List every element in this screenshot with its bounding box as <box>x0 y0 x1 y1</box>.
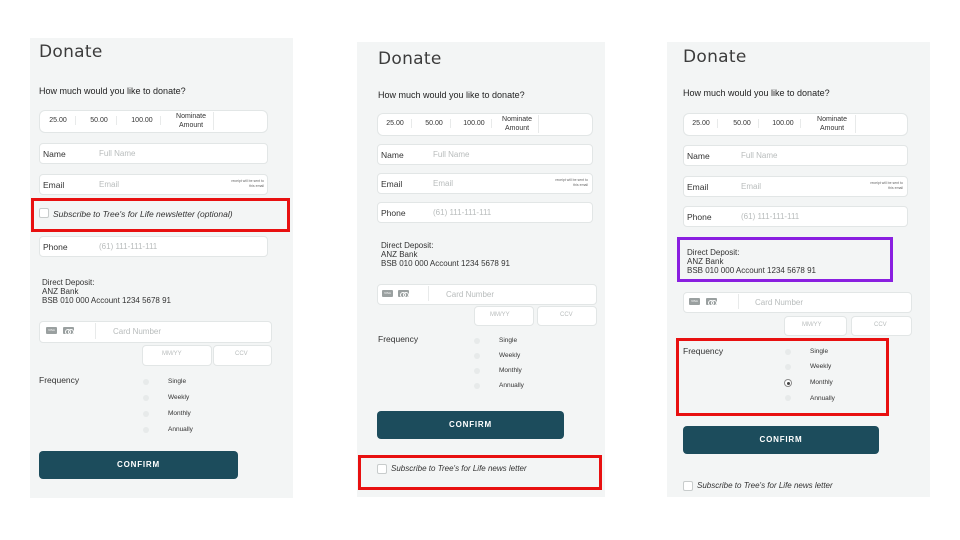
nominate-amount-option[interactable]: Nominate Amount <box>169 112 214 130</box>
mastercard-icon <box>706 298 717 306</box>
amount-option-100[interactable]: 100.00 <box>766 119 801 128</box>
visa-icon: VISA <box>46 327 57 334</box>
name-field[interactable] <box>683 145 908 166</box>
frequency-option-label: Single <box>168 378 187 385</box>
mastercard-icon <box>398 290 409 298</box>
page-title: Donate <box>39 42 103 62</box>
expiry-placeholder: MM/YY <box>490 312 510 318</box>
frequency-option-label: Monthly <box>168 410 191 417</box>
frequency-option-label: Weekly <box>499 352 521 359</box>
amount-option-25[interactable]: 25.00 <box>685 119 718 128</box>
card-divider <box>738 294 739 309</box>
deposit-line: ANZ Bank <box>42 287 79 296</box>
frequency-label: Frequency <box>39 375 80 385</box>
nominate-amount-option[interactable]: Nominate Amount <box>496 115 539 133</box>
frequency-radio-annually[interactable] <box>143 427 149 433</box>
ccv-placeholder: CCV <box>235 351 248 357</box>
email-label: Email <box>43 180 65 190</box>
amount-option-25[interactable]: 25.00 <box>379 119 412 128</box>
receipt-note: receipt will be sent to this email <box>231 179 264 188</box>
expiry-placeholder: MM/YY <box>802 322 822 328</box>
name-placeholder: Full Name <box>741 151 778 160</box>
email-placeholder: Email <box>741 182 762 191</box>
deposit-line: ANZ Bank <box>381 250 418 259</box>
highlight-direct-deposit <box>677 237 893 282</box>
receipt-note: receipt will be sent to this email <box>870 181 903 190</box>
phone-label: Phone <box>43 242 68 252</box>
amount-question: How much would you like to donate? <box>683 88 830 98</box>
visa-icon: VISA <box>382 290 393 297</box>
amount-question: How much would you like to donate? <box>39 86 186 96</box>
email-label: Email <box>381 179 403 189</box>
amount-option-50[interactable]: 50.00 <box>726 119 759 128</box>
direct-deposit-info: Direct Deposit: ANZ Bank BSB 010 000 Acc… <box>381 241 510 268</box>
frequency-option-label: Single <box>499 337 518 344</box>
frequency-option-label: Annually <box>168 426 193 433</box>
frequency-option-label: Weekly <box>168 394 190 401</box>
confirm-button[interactable]: CONFIRM <box>377 411 564 439</box>
phone-label: Phone <box>381 208 406 218</box>
confirm-button[interactable]: CONFIRM <box>683 426 879 454</box>
frequency-radio-single[interactable] <box>143 379 149 385</box>
frequency-option-label: Annually <box>499 382 524 389</box>
page-title: Donate <box>378 49 442 69</box>
frequency-option-label: Monthly <box>499 367 522 374</box>
phone-label: Phone <box>687 212 712 222</box>
frequency-radio-weekly[interactable] <box>474 353 480 359</box>
frequency-radio-annually[interactable] <box>474 383 480 389</box>
name-label: Name <box>43 149 66 159</box>
phone-placeholder: (61) 111-111-111 <box>433 208 492 217</box>
highlight-subscribe <box>358 455 602 490</box>
page-title: Donate <box>683 47 747 67</box>
highlight-frequency <box>676 338 889 416</box>
frequency-radio-single[interactable] <box>474 338 480 344</box>
phone-placeholder: (61) 111-111-111 <box>99 242 158 251</box>
expiry-placeholder: MM/YY <box>162 351 182 357</box>
deposit-line: BSB 010 000 Account 1234 5678 91 <box>42 296 171 305</box>
donate-screen-1 <box>30 38 293 498</box>
amount-option-25[interactable]: 25.00 <box>41 116 76 125</box>
nominate-amount-option[interactable]: Nominate Amount <box>809 115 856 133</box>
subscribe-checkbox[interactable] <box>683 481 693 491</box>
card-divider <box>95 323 96 339</box>
amount-question: How much would you like to donate? <box>378 90 525 100</box>
amount-option-100[interactable]: 100.00 <box>457 119 492 128</box>
visa-icon: VISA <box>689 298 700 305</box>
highlight-subscribe <box>31 198 290 232</box>
frequency-radio-weekly[interactable] <box>143 395 149 401</box>
receipt-note: receipt will be sent to this email <box>555 178 588 187</box>
ccv-placeholder: CCV <box>874 322 887 328</box>
frequency-radio-monthly[interactable] <box>143 411 149 417</box>
name-field[interactable] <box>39 143 268 164</box>
card-divider <box>428 286 429 301</box>
card-number-placeholder: Card Number <box>113 327 162 336</box>
name-label: Name <box>381 150 404 160</box>
name-placeholder: Full Name <box>433 150 470 159</box>
amount-option-50[interactable]: 50.00 <box>82 116 117 125</box>
phone-placeholder: (61) 111-111-111 <box>741 212 800 221</box>
name-label: Name <box>687 151 710 161</box>
name-field[interactable] <box>377 144 593 165</box>
frequency-label: Frequency <box>378 334 419 344</box>
deposit-line: Direct Deposit: <box>42 278 95 287</box>
ccv-placeholder: CCV <box>560 312 573 318</box>
name-placeholder: Full Name <box>99 149 136 158</box>
direct-deposit-info: Direct Deposit: ANZ Bank BSB 010 000 Acc… <box>42 278 171 305</box>
deposit-line: Direct Deposit: <box>381 241 434 250</box>
email-placeholder: Email <box>433 179 454 188</box>
confirm-button[interactable]: CONFIRM <box>39 451 238 479</box>
card-number-placeholder: Card Number <box>446 290 495 299</box>
frequency-radio-monthly[interactable] <box>474 368 480 374</box>
amount-option-50[interactable]: 50.00 <box>418 119 451 128</box>
subscribe-label: Subscribe to Tree's for Life news letter <box>697 481 833 490</box>
mastercard-icon <box>63 327 74 335</box>
email-label: Email <box>687 182 709 192</box>
amount-option-100[interactable]: 100.00 <box>124 116 161 125</box>
card-number-placeholder: Card Number <box>755 298 804 307</box>
deposit-line: BSB 010 000 Account 1234 5678 91 <box>381 259 510 268</box>
email-placeholder: Email <box>99 180 120 189</box>
